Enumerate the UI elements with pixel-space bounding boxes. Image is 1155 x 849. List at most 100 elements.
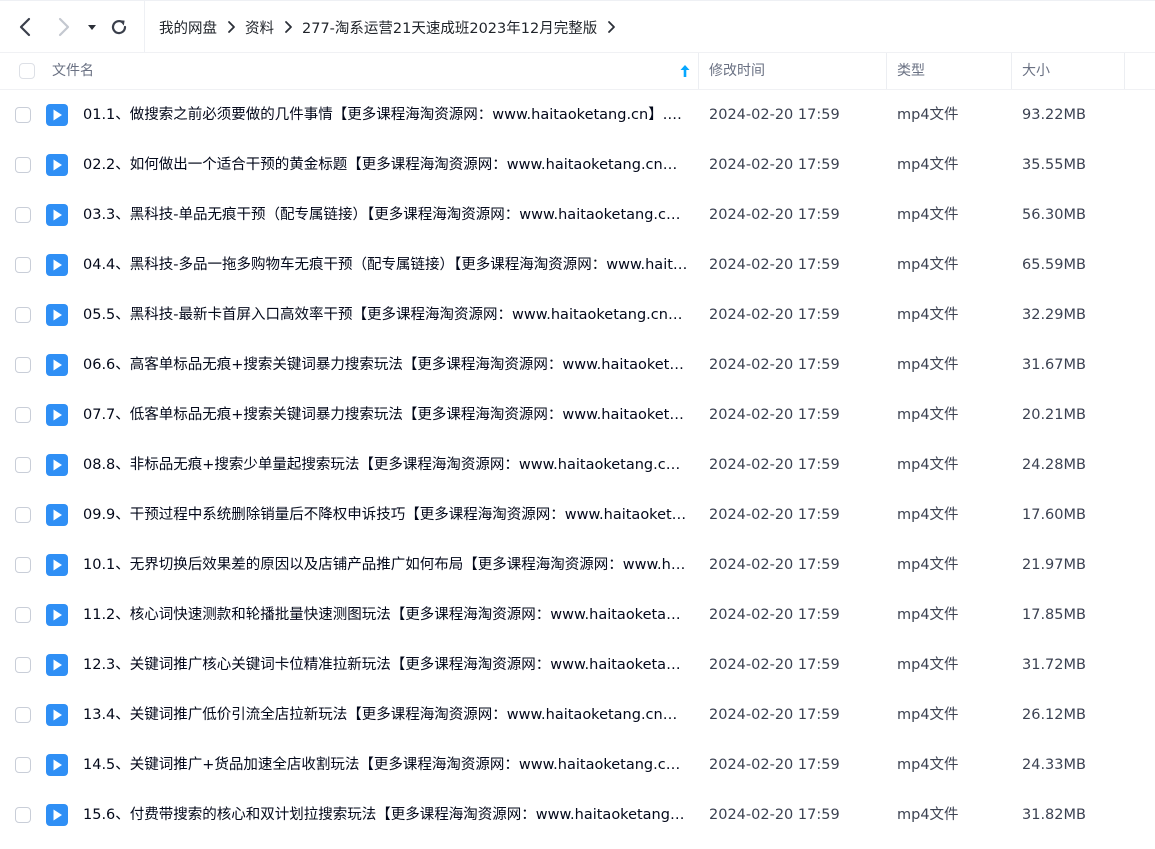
file-name[interactable]: 05.5、黑科技-最新卡首屏入口高效率干预【更多课程海淘资源网：www.hait… (83, 290, 688, 340)
video-file-icon[interactable] (46, 304, 68, 326)
video-file-icon[interactable] (46, 254, 68, 276)
table-row[interactable]: 08.8、非标品无痕+搜索少单量起搜索玩法【更多课程海淘资源网：www.hait… (0, 440, 1155, 490)
table-row[interactable]: 10.1、无界切换后效果差的原因以及店铺产品推广如何布局【更多课程海淘资源网：w… (0, 540, 1155, 590)
row-checkbox[interactable] (15, 257, 31, 273)
file-name[interactable]: 14.5、关键词推广+货品加速全店收割玩法【更多课程海淘资源网：www.hait… (83, 740, 688, 790)
video-file-icon[interactable] (46, 454, 68, 476)
row-checkbox[interactable] (15, 807, 31, 823)
file-name[interactable]: 02.2、如何做出一个适合干预的黄金标题【更多课程海淘资源网：www.haita… (83, 140, 688, 190)
file-name[interactable]: 11.2、核心词快速测款和轮播批量快速测图玩法【更多课程海淘资源网：www.ha… (83, 590, 688, 640)
file-name[interactable]: 08.8、非标品无痕+搜索少单量起搜索玩法【更多课程海淘资源网：www.hait… (83, 440, 688, 490)
video-file-icon[interactable] (46, 804, 68, 826)
table-row[interactable]: 09.9、干预过程中系统删除销量后不降权申诉技巧【更多课程海淘资源网：www.h… (0, 490, 1155, 540)
column-divider (1011, 53, 1012, 89)
file-modified-time: 2024-02-20 17:59 (709, 357, 840, 373)
column-divider (1124, 53, 1125, 89)
file-size: 21.97MB (1022, 557, 1086, 573)
file-name[interactable]: 07.7、低客单标品无痕+搜索关键词暴力搜索玩法【更多课程海淘资源网：www.h… (83, 390, 688, 440)
table-row[interactable]: 01.1、做搜索之前必须要做的几件事情【更多课程海淘资源网：www.haitao… (0, 90, 1155, 140)
file-name[interactable]: 03.3、黑科技-单品无痕干预（配专属链接）【更多课程海淘资源网：www.hai… (83, 190, 688, 240)
file-size: 31.82MB (1022, 807, 1086, 823)
file-name[interactable]: 13.4、关键词推广低价引流全店拉新玩法【更多课程海淘资源网：www.haita… (83, 690, 688, 740)
file-size: 56.30MB (1022, 207, 1086, 223)
column-divider (698, 53, 699, 89)
row-checkbox[interactable] (15, 507, 31, 523)
file-modified-time: 2024-02-20 17:59 (709, 107, 840, 123)
video-file-icon[interactable] (46, 404, 68, 426)
row-checkbox[interactable] (15, 357, 31, 373)
row-checkbox[interactable] (15, 307, 31, 323)
history-dropdown-button[interactable] (84, 15, 100, 39)
file-modified-time: 2024-02-20 17:59 (709, 607, 840, 623)
file-modified-time: 2024-02-20 17:59 (709, 157, 840, 173)
table-row[interactable]: 07.7、低客单标品无痕+搜索关键词暴力搜索玩法【更多课程海淘资源网：www.h… (0, 390, 1155, 440)
row-checkbox[interactable] (15, 207, 31, 223)
column-header-type[interactable]: 类型 (897, 53, 925, 89)
file-size: 26.12MB (1022, 707, 1086, 723)
file-modified-time: 2024-02-20 17:59 (709, 757, 840, 773)
column-header-size[interactable]: 大小 (1022, 53, 1050, 89)
row-checkbox[interactable] (15, 457, 31, 473)
breadcrumb-separator-icon (223, 20, 239, 34)
breadcrumb-item-current[interactable]: 277-淘系运营21天速成班2023年12月完整版 (302, 17, 597, 38)
video-file-icon[interactable] (46, 154, 68, 176)
file-name[interactable]: 10.1、无界切换后效果差的原因以及店铺产品推广如何布局【更多课程海淘资源网：w… (83, 540, 688, 590)
file-size: 24.33MB (1022, 757, 1086, 773)
video-file-icon[interactable] (46, 504, 68, 526)
file-name[interactable]: 09.9、干预过程中系统删除销量后不降权申诉技巧【更多课程海淘资源网：www.h… (83, 490, 688, 540)
file-name[interactable]: 01.1、做搜索之前必须要做的几件事情【更多课程海淘资源网：www.haitao… (83, 90, 688, 140)
table-row[interactable]: 02.2、如何做出一个适合干预的黄金标题【更多课程海淘资源网：www.haita… (0, 140, 1155, 190)
file-size: 20.21MB (1022, 407, 1086, 423)
row-checkbox[interactable] (15, 157, 31, 173)
video-file-icon[interactable] (46, 354, 68, 376)
table-row[interactable]: 12.3、关键词推广核心关键词卡位精准拉新玩法【更多课程海淘资源网：www.ha… (0, 640, 1155, 690)
file-type: mp4文件 (897, 807, 959, 823)
forward-button[interactable] (51, 15, 75, 39)
file-name[interactable]: 04.4、黑科技-多品一拖多购物车无痕干预（配专属链接）【更多课程海淘资源网：w… (83, 240, 688, 290)
video-file-icon[interactable] (46, 654, 68, 676)
video-file-icon[interactable] (46, 104, 68, 126)
file-name[interactable]: 06.6、高客单标品无痕+搜索关键词暴力搜索玩法【更多课程海淘资源网：www.h… (83, 340, 688, 390)
row-checkbox[interactable] (15, 407, 31, 423)
column-header-name[interactable]: 文件名 (52, 53, 94, 89)
video-file-icon[interactable] (46, 754, 68, 776)
table-row[interactable]: 06.6、高客单标品无痕+搜索关键词暴力搜索玩法【更多课程海淘资源网：www.h… (0, 340, 1155, 390)
file-type: mp4文件 (897, 557, 959, 573)
file-name[interactable]: 15.6、付费带搜索的核心和双计划拉搜索玩法【更多课程海淘资源网：www.hai… (83, 790, 688, 840)
file-name[interactable]: 12.3、关键词推广核心关键词卡位精准拉新玩法【更多课程海淘资源网：www.ha… (83, 640, 688, 690)
row-checkbox[interactable] (15, 557, 31, 573)
video-file-icon[interactable] (46, 554, 68, 576)
row-checkbox[interactable] (15, 757, 31, 773)
row-checkbox[interactable] (15, 107, 31, 123)
select-all-checkbox[interactable] (19, 63, 35, 79)
table-row[interactable]: 14.5、关键词推广+货品加速全店收割玩法【更多课程海淘资源网：www.hait… (0, 740, 1155, 790)
video-file-icon[interactable] (46, 704, 68, 726)
table-row[interactable]: 04.4、黑科技-多品一拖多购物车无痕干预（配专属链接）【更多课程海淘资源网：w… (0, 240, 1155, 290)
row-checkbox[interactable] (15, 707, 31, 723)
table-row[interactable]: 03.3、黑科技-单品无痕干预（配专属链接）【更多课程海淘资源网：www.hai… (0, 190, 1155, 240)
table-row[interactable]: 13.4、关键词推广低价引流全店拉新玩法【更多课程海淘资源网：www.haita… (0, 690, 1155, 740)
file-size: 31.72MB (1022, 657, 1086, 673)
file-modified-time: 2024-02-20 17:59 (709, 707, 840, 723)
table-row[interactable]: 15.6、付费带搜索的核心和双计划拉搜索玩法【更多课程海淘资源网：www.hai… (0, 790, 1155, 840)
breadcrumb-item-folder[interactable]: 资料 (245, 17, 274, 38)
table-row[interactable]: 05.5、黑科技-最新卡首屏入口高效率干预【更多课程海淘资源网：www.hait… (0, 290, 1155, 340)
row-checkbox[interactable] (15, 607, 31, 623)
file-size: 32.29MB (1022, 307, 1086, 323)
back-button[interactable] (14, 15, 38, 39)
breadcrumb-item-root[interactable]: 我的网盘 (159, 17, 217, 38)
refresh-button[interactable] (107, 15, 131, 39)
file-size: 31.67MB (1022, 357, 1086, 373)
column-header-modified[interactable]: 修改时间 (709, 53, 765, 89)
file-size: 24.28MB (1022, 457, 1086, 473)
file-modified-time: 2024-02-20 17:59 (709, 807, 840, 823)
video-file-icon[interactable] (46, 204, 68, 226)
chevron-right-icon (58, 17, 70, 37)
sort-ascending-icon[interactable] (679, 64, 691, 78)
table-row[interactable]: 11.2、核心词快速测款和轮播批量快速测图玩法【更多课程海淘资源网：www.ha… (0, 590, 1155, 640)
file-modified-time: 2024-02-20 17:59 (709, 407, 840, 423)
row-checkbox[interactable] (15, 657, 31, 673)
video-file-icon[interactable] (46, 604, 68, 626)
file-type: mp4文件 (897, 357, 959, 373)
file-modified-time: 2024-02-20 17:59 (709, 657, 840, 673)
